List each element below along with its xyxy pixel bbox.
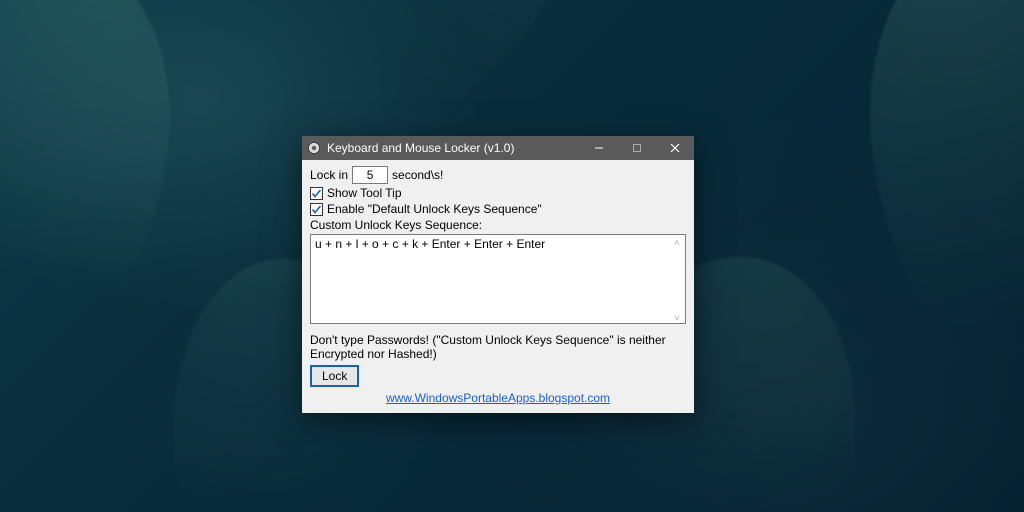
app-icon — [306, 140, 322, 156]
lockin-suffix: second\s! — [392, 168, 443, 182]
show-tooltip-checkbox[interactable] — [310, 187, 323, 200]
close-button[interactable] — [656, 136, 694, 160]
window-title: Keyboard and Mouse Locker (v1.0) — [327, 141, 514, 155]
minimize-button[interactable] — [580, 136, 618, 160]
maximize-button — [618, 136, 656, 160]
custom-sequence-label: Custom Unlock Keys Sequence: — [310, 218, 686, 232]
enable-default-seq-checkbox[interactable] — [310, 203, 323, 216]
app-window: Keyboard and Mouse Locker (v1.0) Lock in… — [302, 136, 694, 413]
titlebar[interactable]: Keyboard and Mouse Locker (v1.0) — [302, 136, 694, 160]
show-tooltip-label: Show Tool Tip — [327, 186, 402, 200]
lock-button[interactable]: Lock — [310, 365, 359, 387]
show-tooltip-row[interactable]: Show Tool Tip — [310, 186, 686, 200]
lockin-row: Lock in second\s! — [310, 166, 686, 184]
enable-default-seq-row[interactable]: Enable "Default Unlock Keys Sequence" — [310, 202, 686, 216]
desktop-background: Keyboard and Mouse Locker (v1.0) Lock in… — [0, 0, 1024, 512]
lockin-prefix: Lock in — [310, 168, 348, 182]
client-area: Lock in second\s! Show Tool Tip Enable "… — [302, 160, 694, 413]
custom-sequence-textarea[interactable] — [310, 234, 686, 324]
password-warning: Don't type Passwords! ("Custom Unlock Ke… — [310, 333, 686, 361]
enable-default-seq-label: Enable "Default Unlock Keys Sequence" — [327, 202, 542, 216]
website-link[interactable]: www.WindowsPortableApps.blogspot.com — [386, 391, 610, 405]
lockin-seconds-input[interactable] — [352, 166, 388, 184]
